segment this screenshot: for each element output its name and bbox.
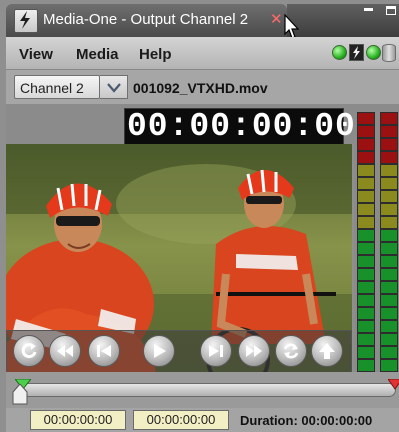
meter-segment [380, 359, 398, 372]
sync-button[interactable] [275, 335, 307, 367]
meter-segment [357, 294, 375, 307]
meter-segment [357, 151, 375, 164]
duration-readout: Duration: 00:00:00:00 [240, 413, 372, 428]
window-title: Media-One - Output Channel 2 [43, 11, 249, 28]
chevron-down-icon[interactable] [100, 75, 128, 99]
menu-media[interactable]: Media [76, 46, 119, 63]
meter-segment [357, 359, 375, 372]
out-point-field[interactable]: 00:00:00:00 [133, 410, 229, 430]
database-icon [382, 44, 396, 62]
meter-segment [357, 268, 375, 281]
app-lightning-icon [14, 9, 38, 33]
duration-label: Duration: [240, 413, 298, 428]
meter-segment [357, 216, 375, 229]
meter-segment [380, 333, 398, 346]
menu-help[interactable]: Help [139, 46, 172, 63]
meter-segment [357, 281, 375, 294]
eject-button[interactable] [311, 335, 343, 367]
meter-segment [380, 281, 398, 294]
meter-segment [380, 190, 398, 203]
meter-segment [357, 125, 375, 138]
meter-segment [380, 242, 398, 255]
meter-segment [380, 151, 398, 164]
step-forward-icon [209, 345, 223, 357]
meter-segment [357, 138, 375, 151]
status-led-icon [332, 45, 347, 60]
meter-segment [380, 307, 398, 320]
playhead-handle[interactable] [12, 384, 28, 406]
close-icon[interactable]: ✕ [270, 10, 283, 28]
meter-segment [357, 307, 375, 320]
meter-segment [357, 203, 375, 216]
meter-segment [357, 229, 375, 242]
meter-segment [357, 320, 375, 333]
channel-select-value: Channel 2 [20, 80, 84, 96]
meter-segment [380, 346, 398, 359]
meter-segment [380, 268, 398, 281]
timeline-scrubber[interactable] [18, 383, 396, 397]
step-forward-button[interactable] [200, 335, 232, 367]
meter-segment [380, 138, 398, 151]
maximize-icon[interactable] [386, 6, 396, 15]
meter-segment [380, 255, 398, 268]
meter-segment [380, 294, 398, 307]
loop-icon [21, 343, 37, 359]
out-point-marker-icon[interactable] [388, 379, 399, 391]
in-point-field[interactable]: 00:00:00:00 [30, 410, 126, 430]
channel-select[interactable]: Channel 2 [14, 75, 100, 99]
meter-segment [357, 242, 375, 255]
status-led-icon [366, 45, 381, 60]
meter-segment [357, 164, 375, 177]
minimize-icon[interactable] [364, 8, 373, 11]
fast-forward-button[interactable] [238, 335, 270, 367]
sync-icon [283, 343, 299, 359]
lightning-icon [349, 44, 364, 61]
meter-segment [357, 177, 375, 190]
meter-segment [380, 125, 398, 138]
fast-forward-icon [246, 345, 262, 357]
meter-segment [380, 112, 398, 125]
meter-segment [380, 177, 398, 190]
step-back-icon [97, 345, 111, 357]
meter-segment [380, 216, 398, 229]
meter-segment [380, 229, 398, 242]
media-filename: 001092_VTXHD.mov [133, 80, 268, 96]
up-arrow-icon [319, 343, 335, 359]
rewind-button[interactable] [49, 335, 81, 367]
meter-segment [380, 320, 398, 333]
loop-button[interactable] [13, 335, 45, 367]
menu-view[interactable]: View [19, 46, 53, 63]
play-button[interactable] [143, 335, 175, 367]
meter-segment [380, 203, 398, 216]
title-bar-right [287, 4, 399, 37]
meter-segment [357, 190, 375, 203]
duration-value: 00:00:00:00 [301, 413, 373, 428]
meter-segment [357, 255, 375, 268]
step-back-button[interactable] [88, 335, 120, 367]
meter-segment [357, 346, 375, 359]
meter-segment [380, 164, 398, 177]
rewind-icon [57, 345, 73, 357]
meter-segment [357, 112, 375, 125]
meter-segment [357, 333, 375, 346]
timecode-value: 00:00:00:00 [127, 108, 356, 145]
play-icon [154, 344, 166, 358]
